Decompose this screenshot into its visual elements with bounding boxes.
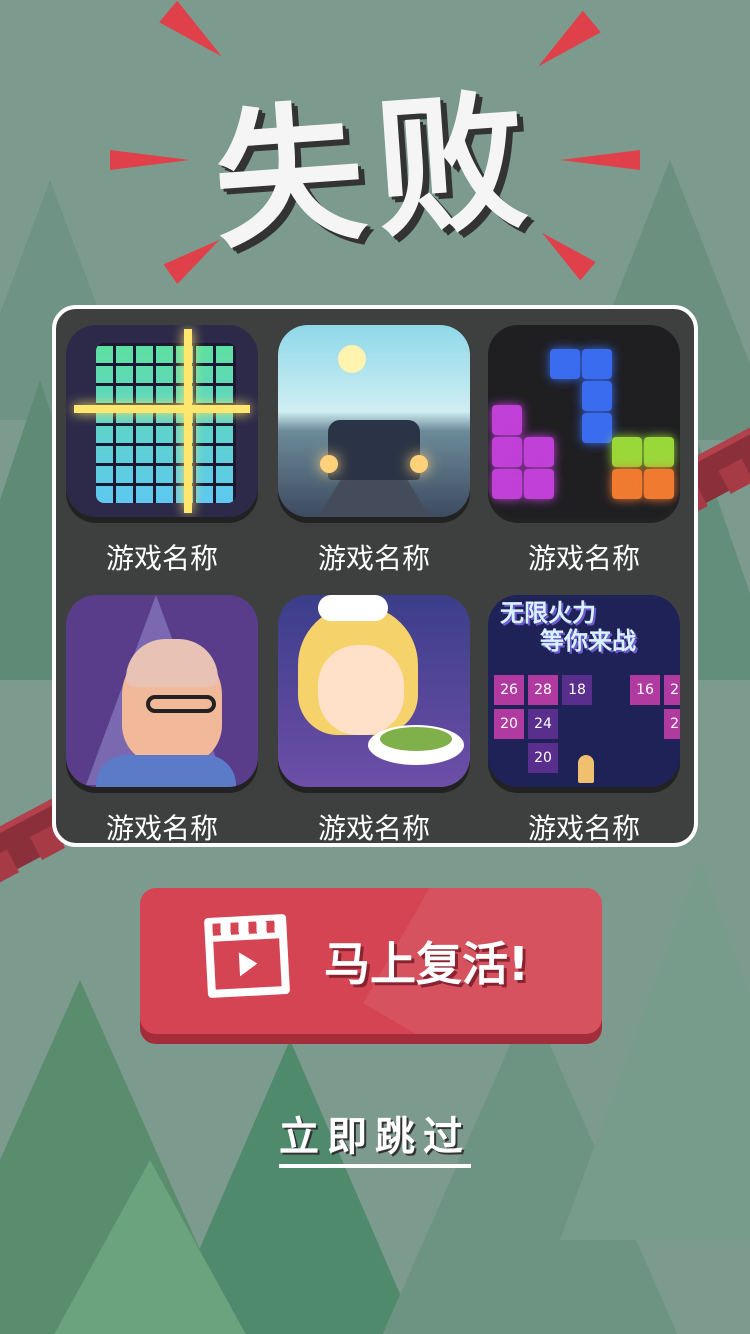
game-name-label: 游戏名称: [527, 542, 640, 575]
game-tile-1[interactable]: 游戏名称: [66, 325, 258, 587]
game-art-headline: 无限火力 等你来战: [500, 599, 636, 655]
game-tile-2[interactable]: 游戏名称: [278, 325, 470, 587]
brick-shooter-game-icon: 无限火力 等你来战 26 28 18 16 26 20 24 20 20: [488, 595, 680, 787]
neon-tetris-game-icon: [488, 325, 680, 517]
game-name-label: 游戏名称: [317, 812, 430, 845]
skip-link[interactable]: 立即跳过: [0, 1104, 750, 1168]
police-car-racing-game-icon: [278, 325, 470, 517]
game-tile-6[interactable]: 无限火力 等你来战 26 28 18 16 26 20 24 20 20 游戏名…: [488, 595, 680, 857]
recommended-games-panel: 游戏名称 游戏名称 游戏名称 游戏名称 游戏名称 无限火力 等你来战 26 28…: [52, 305, 698, 847]
chef-girl-cooking-game-icon: [278, 595, 470, 787]
game-name-label: 游戏名称: [317, 542, 430, 575]
game-name-label: 游戏名称: [105, 812, 218, 845]
game-tile-5[interactable]: 游戏名称: [278, 595, 470, 857]
revive-button-label: 马上复活!: [324, 937, 529, 991]
video-ad-icon: [203, 913, 291, 999]
game-name-label: 游戏名称: [105, 542, 218, 575]
brain-idea-game-icon: [66, 595, 258, 787]
game-tile-4[interactable]: 游戏名称: [66, 595, 258, 857]
skip-link-label: 立即跳过: [279, 1114, 471, 1168]
game-name-label: 游戏名称: [527, 812, 640, 845]
revive-button[interactable]: 马上复活!: [140, 888, 602, 1034]
game-tile-3[interactable]: 游戏名称: [488, 325, 680, 587]
block-puzzle-game-icon: [66, 325, 258, 517]
